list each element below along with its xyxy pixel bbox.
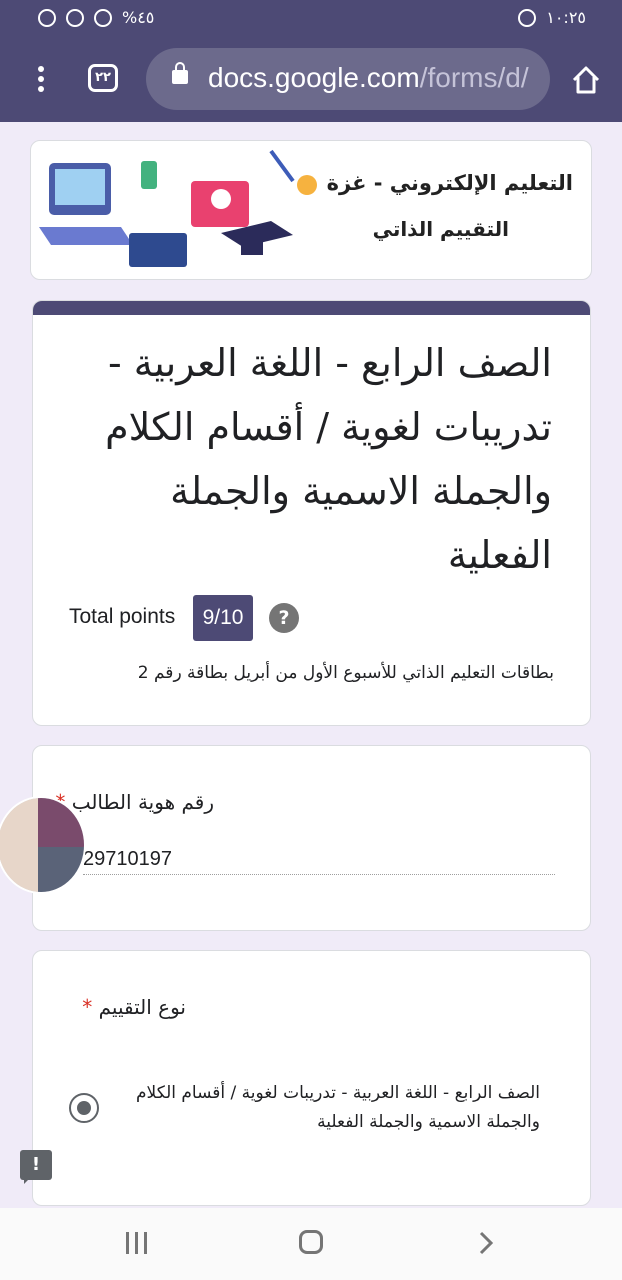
radio-button-selected[interactable]	[69, 1093, 99, 1123]
question-title: نوع التقييم	[98, 995, 186, 1019]
alarm-icon	[66, 8, 84, 27]
wifi-icon	[94, 8, 112, 27]
lock-icon	[172, 62, 188, 84]
browser-toolbar: ٢٢ docs.google.com/forms/d/	[0, 36, 622, 122]
form-title: الصف الرابع - اللغة العربية - تدريبات لغ…	[105, 341, 552, 577]
system-nav-bar	[0, 1208, 622, 1280]
form-description: بطاقات التعليم الذاتي للأسبوع الأول من أ…	[137, 663, 554, 683]
question-card-student-id: رقم هوية الطالب * 29710197	[32, 745, 591, 931]
url-host: docs.google.com	[208, 62, 420, 93]
banner-title: التعليم الإلكتروني - غزة	[326, 171, 573, 195]
banner-subtitle: التقييم الذاتي	[372, 217, 509, 241]
tab-switcher-button[interactable]: ٢٢	[88, 64, 118, 92]
notification-icon	[518, 8, 537, 27]
menu-dots-icon[interactable]	[36, 66, 46, 94]
banner-illustration	[39, 149, 317, 267]
question-label: نوع التقييم *	[82, 995, 186, 1019]
recent-apps-icon[interactable]	[124, 1232, 150, 1254]
url-path: /forms/d/	[419, 62, 529, 93]
question-card-assessment-type: نوع التقييم * الصف الرابع - اللغة العربي…	[32, 950, 591, 1206]
status-bar: %٤٥ ١٠:٢٥	[0, 0, 622, 36]
clock: ١٠:٢٥	[546, 8, 586, 27]
url-text: docs.google.com/forms/d/	[208, 62, 529, 94]
messenger-icon	[38, 8, 56, 27]
answer-underline	[83, 874, 555, 875]
option-label: الصف الرابع - اللغة العربية - تدريبات لغ…	[136, 1083, 540, 1132]
status-icons-left: %٤٥	[38, 8, 154, 27]
score-badge: 9/10	[193, 595, 253, 641]
answer-value: 29710197	[83, 848, 172, 870]
required-asterisk: *	[82, 995, 93, 1019]
nav-home-icon[interactable]	[299, 1230, 323, 1254]
question-title: رقم هوية الطالب	[71, 790, 214, 814]
total-points-label: Total points	[69, 605, 176, 628]
theme-strip	[33, 301, 590, 315]
help-icon[interactable]: ?	[269, 603, 299, 633]
radio-dot	[77, 1101, 91, 1115]
back-icon[interactable]	[472, 1230, 498, 1256]
avatar[interactable]	[0, 796, 86, 894]
form-header-card: الصف الرابع - اللغة العربية - تدريبات لغ…	[32, 300, 591, 726]
battery-level: %٤٥	[122, 8, 155, 27]
header-banner: التعليم الإلكتروني - غزة التقييم الذاتي	[30, 140, 592, 280]
url-bar[interactable]: docs.google.com/forms/d/	[146, 48, 550, 110]
status-icons-right: ١٠:٢٥	[518, 8, 586, 27]
home-icon[interactable]	[570, 64, 602, 96]
feedback-icon[interactable]: !	[20, 1150, 52, 1184]
